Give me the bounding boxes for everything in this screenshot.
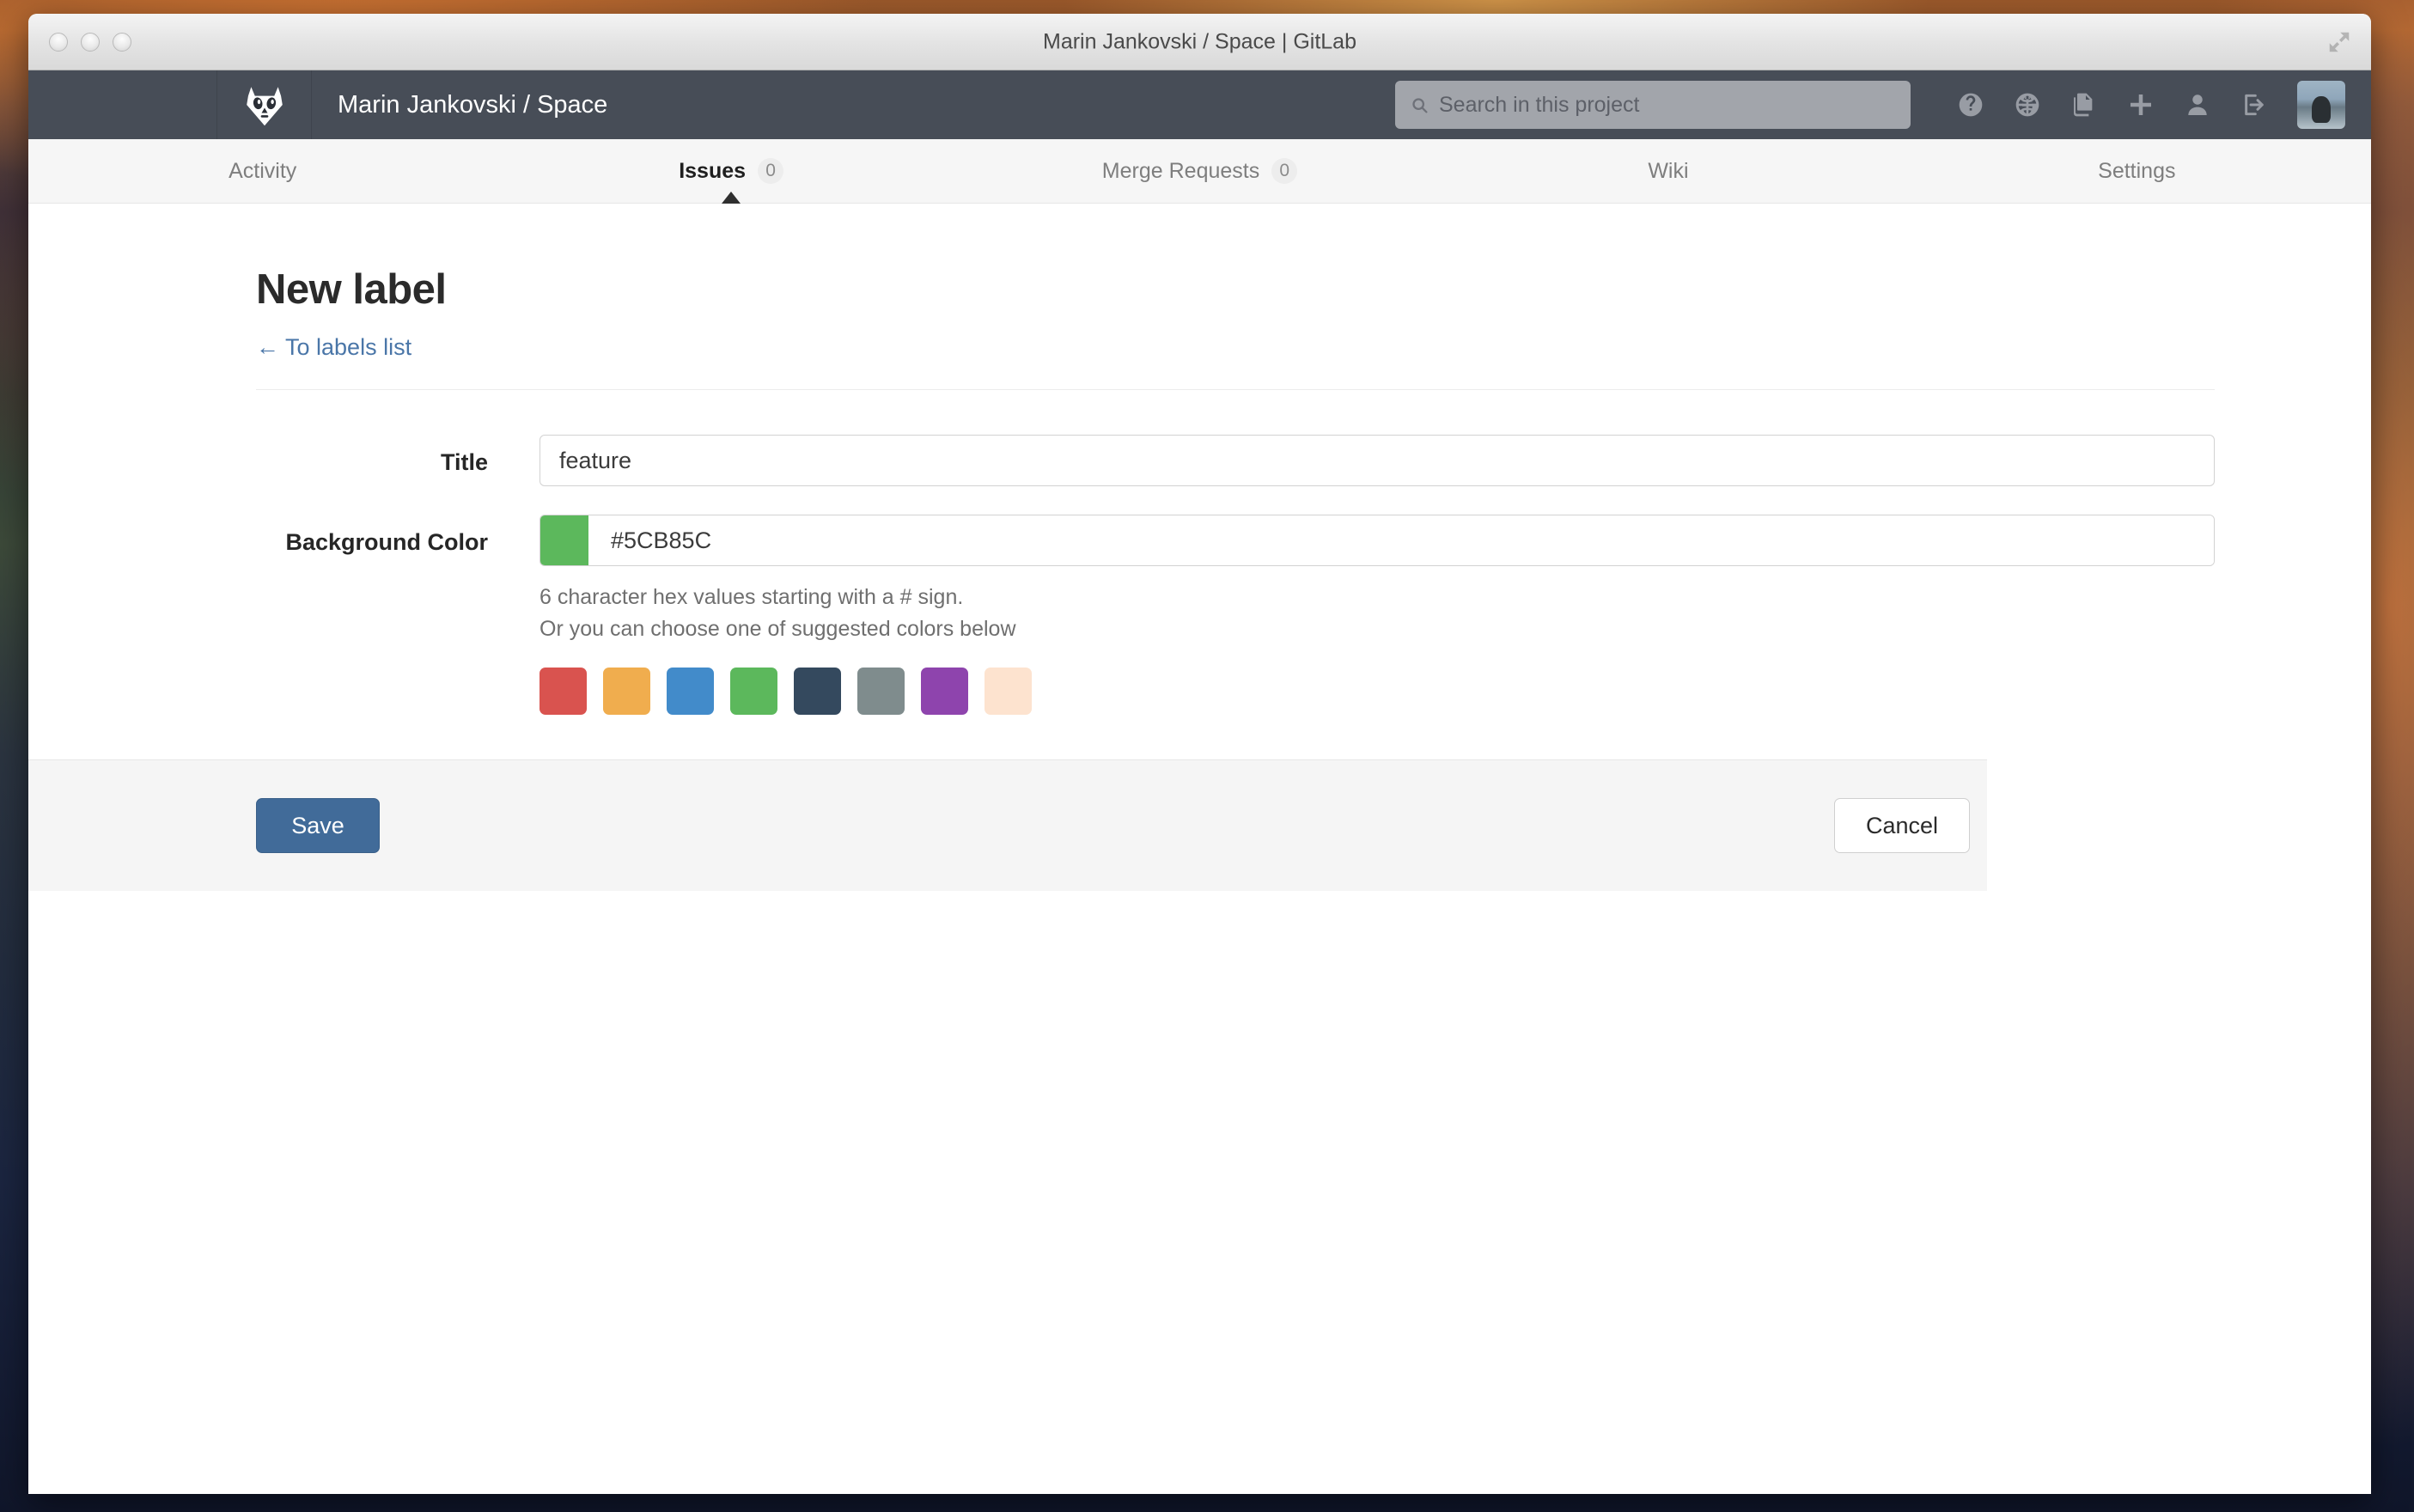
navbar-left-spacer bbox=[28, 70, 217, 139]
sign-out-icon[interactable] bbox=[2240, 91, 2268, 119]
globe-icon[interactable] bbox=[2014, 91, 2041, 119]
header-divider bbox=[256, 389, 2215, 390]
color-input-group bbox=[539, 515, 2215, 566]
gitlab-navbar: Marin Jankovski / Space Search in this p… bbox=[28, 70, 2371, 139]
suggested-color-swatch[interactable] bbox=[539, 668, 587, 715]
cancel-button[interactable]: Cancel bbox=[1833, 798, 1970, 853]
avatar[interactable] bbox=[2297, 81, 2345, 129]
suggested-color-swatch[interactable] bbox=[794, 668, 841, 715]
tab-settings-label: Settings bbox=[2098, 158, 2176, 183]
tab-merge-requests[interactable]: Merge Requests 0 bbox=[966, 139, 1434, 203]
window-titlebar: Marin Jankovski / Space | GitLab bbox=[28, 14, 2371, 70]
color-help-text: 6 character hex values starting with a #… bbox=[539, 582, 2215, 645]
tab-issues-count: 0 bbox=[758, 158, 784, 184]
suggested-color-swatch[interactable] bbox=[921, 668, 968, 715]
tab-merge-requests-count: 0 bbox=[1271, 158, 1298, 184]
form-actions: Save Cancel bbox=[28, 759, 1987, 891]
navbar-spacer bbox=[607, 70, 1395, 139]
window-title: Marin Jankovski / Space | GitLab bbox=[1043, 29, 1356, 53]
main-content: New label ← To labels list Title Backgro… bbox=[28, 204, 2371, 1494]
content-container: New label ← To labels list Title Backgro… bbox=[28, 265, 2215, 891]
project-tabbar: Activity Issues 0 Merge Requests 0 Wiki … bbox=[28, 139, 2371, 204]
tab-settings[interactable]: Settings bbox=[1903, 139, 2371, 203]
tab-merge-requests-label: Merge Requests bbox=[1101, 158, 1260, 183]
background-color-label: Background Color bbox=[285, 529, 488, 555]
color-control-wrap: 6 character hex values starting with a #… bbox=[539, 515, 2215, 715]
browser-window: Marin Jankovski / Space | GitLab Marin J… bbox=[28, 14, 2371, 1494]
color-preview-swatch bbox=[540, 515, 588, 565]
active-tab-indicator bbox=[722, 192, 741, 204]
title-control-wrap bbox=[539, 435, 2215, 486]
page-title: New label bbox=[256, 266, 447, 313]
suggested-color-swatch[interactable] bbox=[857, 668, 905, 715]
tab-wiki-label: Wiki bbox=[1648, 158, 1689, 183]
files-icon[interactable] bbox=[2070, 91, 2098, 119]
title-label: Title bbox=[440, 449, 488, 475]
title-input[interactable] bbox=[539, 435, 2215, 486]
to-labels-list-link[interactable]: ← To labels list bbox=[256, 334, 411, 361]
suggested-color-swatch[interactable] bbox=[603, 668, 650, 715]
search-input[interactable]: Search in this project bbox=[1395, 81, 1911, 129]
plus-icon[interactable] bbox=[2127, 91, 2155, 119]
suggested-color-swatch[interactable] bbox=[667, 668, 714, 715]
suggested-colors-row bbox=[539, 668, 2215, 715]
help-line-2: Or you can choose one of suggested color… bbox=[539, 617, 1016, 641]
help-line-1: 6 character hex values starting with a #… bbox=[539, 585, 964, 609]
tab-activity-label: Activity bbox=[229, 158, 297, 183]
navbar-icon-group bbox=[1911, 70, 2371, 139]
suggested-color-swatch[interactable] bbox=[730, 668, 777, 715]
user-icon[interactable] bbox=[2184, 91, 2211, 119]
search-placeholder: Search in this project bbox=[1439, 92, 1640, 117]
tab-activity[interactable]: Activity bbox=[28, 139, 497, 203]
gitlab-fox-logo[interactable] bbox=[217, 70, 312, 139]
tab-issues[interactable]: Issues 0 bbox=[497, 139, 965, 204]
project-name[interactable]: Marin Jankovski / Space bbox=[312, 70, 607, 139]
tab-issues-label: Issues bbox=[679, 158, 747, 183]
desktop-background: Marin Jankovski / Space | GitLab Marin J… bbox=[0, 0, 2414, 1512]
help-icon[interactable] bbox=[1957, 91, 1984, 119]
title-form-group: Title bbox=[256, 435, 2215, 486]
search-container: Search in this project bbox=[1395, 81, 1911, 129]
tab-wiki[interactable]: Wiki bbox=[1434, 139, 1902, 203]
suggested-color-swatch[interactable] bbox=[984, 668, 1032, 715]
search-icon bbox=[1412, 97, 1428, 113]
fullscreen-icon[interactable] bbox=[2326, 29, 2352, 55]
background-color-input[interactable] bbox=[588, 515, 2214, 565]
save-button[interactable]: Save bbox=[256, 798, 380, 853]
color-form-group: Background Color 6 character hex values … bbox=[256, 515, 2215, 715]
